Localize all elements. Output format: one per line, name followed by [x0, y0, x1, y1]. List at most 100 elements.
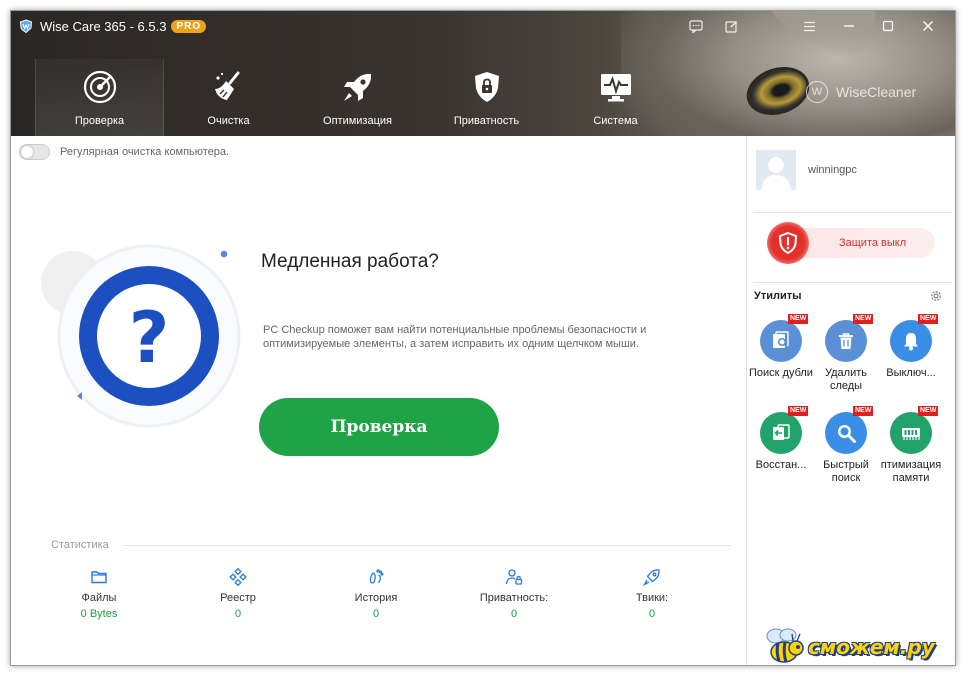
stat-registry: Реестр 0: [178, 568, 298, 620]
stat-registry-label: Реестр: [220, 592, 256, 604]
auto-clean-toggle[interactable]: [19, 144, 50, 160]
maximize-icon: [882, 20, 894, 32]
shield-warning-icon[interactable]: [767, 222, 809, 264]
stat-history-value: 0: [372, 608, 380, 620]
magnifier-icon: NEW: [825, 406, 874, 454]
radar-icon: [83, 70, 116, 104]
avatar[interactable]: [756, 150, 796, 190]
restore-icon: NEW: [760, 406, 809, 454]
broom-icon: [214, 71, 239, 100]
stat-registry-value: 0: [234, 608, 242, 620]
tab-optimize-label: Оптимизация: [323, 115, 392, 127]
tab-optimize[interactable]: Оптимизация: [293, 59, 422, 136]
watermark-text: сможем.ру: [808, 635, 935, 659]
hero-title: Медленная работа?: [261, 251, 439, 272]
tab-system[interactable]: Система: [551, 59, 680, 136]
stat-privacy-label: Приватность:: [479, 592, 549, 604]
stat-tweaks-label: Твики:: [635, 592, 669, 604]
util-label: Быстрый поиск: [823, 459, 869, 484]
new-badge: NEW: [853, 314, 874, 324]
new-badge: NEW: [788, 406, 809, 416]
tab-checkup-label: Проверка: [74, 115, 125, 127]
tab-privacy-label: Приватность: [453, 115, 520, 127]
stat-history: История 0: [316, 568, 436, 620]
start-checkup-button[interactable]: Проверка: [259, 398, 499, 456]
divider: [753, 212, 952, 213]
stat-privacy: Приватность: 0: [454, 568, 574, 620]
stat-tweaks: Твики: 0: [592, 568, 712, 620]
tab-cleanup-label: Очистка: [207, 115, 250, 127]
stat-files: Файлы 0 Bytes: [39, 568, 159, 620]
gear-icon[interactable]: [929, 289, 943, 303]
app-name: Wise Care 365 - 6.5.3: [40, 18, 167, 34]
brand-logo[interactable]: W WiseCleaner: [806, 81, 916, 103]
stat-files-label: Файлы: [81, 592, 117, 604]
protection-status-label: Защита выкл: [839, 237, 907, 249]
new-badge: NEW: [853, 406, 874, 416]
trash-icon: NEW: [825, 314, 874, 362]
divider: [753, 282, 952, 283]
watermark: сможем.ру: [762, 626, 935, 668]
checkup-panel: Регулярная очистка компьютера. ? Медленн…: [11, 136, 746, 665]
util-label: Выключ...: [886, 367, 936, 379]
user-name: winningpc: [808, 164, 857, 176]
monitor-pulse-icon: [600, 74, 631, 102]
registry-icon: [229, 568, 247, 586]
main-nav: Проверка Очистка Оптимизация Приватность…: [35, 59, 680, 136]
stats-title: Статистика: [51, 539, 109, 551]
util-label: Удалить следы: [825, 367, 867, 392]
wisecleaner-logo-icon: W: [806, 81, 828, 103]
right-sidebar: winningpc Защита выкл Утилиты NEW Поиск …: [746, 136, 955, 665]
util-fast-search[interactable]: NEW Быстрый поиск: [814, 406, 878, 485]
rocket-icon: [343, 73, 371, 101]
pro-badge: PRO: [171, 19, 207, 33]
util-duplicate-finder[interactable]: NEW Поиск дублика...: [749, 314, 813, 380]
new-badge: NEW: [788, 314, 809, 324]
brand-name: WiseCleaner: [836, 84, 917, 100]
minimize-icon: [844, 25, 854, 27]
stat-history-label: История: [354, 592, 398, 604]
duplicate-search-icon: NEW: [760, 314, 809, 362]
question-illustration-icon: ?: [41, 244, 241, 428]
tab-checkup[interactable]: Проверка: [35, 59, 164, 136]
stat-privacy-value: 0: [510, 608, 518, 620]
util-restore[interactable]: NEW Восстан...: [749, 406, 813, 472]
bell-icon: NEW: [890, 314, 939, 362]
main-menu-button[interactable]: [800, 17, 818, 35]
bee-logo-icon: [766, 628, 804, 663]
chat-icon: [689, 19, 703, 33]
footprints-icon: [369, 569, 384, 584]
close-button[interactable]: [919, 17, 937, 35]
new-badge: NEW: [918, 406, 939, 416]
tab-privacy[interactable]: Приватность: [422, 59, 551, 136]
app-window: Wise Care 365 - 6.5.3 PRO Проверка Очист…: [10, 10, 956, 666]
user-lock-icon: [505, 569, 523, 585]
folder-icon: [91, 571, 107, 584]
util-erase-traces[interactable]: NEW Удалить следы: [814, 314, 878, 393]
minimize-button[interactable]: [840, 17, 858, 35]
util-memory-optimizer[interactable]: NEW птимизация памяти: [879, 406, 943, 485]
util-shutdown[interactable]: NEW Выключ...: [879, 314, 943, 380]
user-account[interactable]: winningpc: [756, 150, 857, 190]
close-icon: [923, 21, 933, 31]
app-title: Wise Care 365 - 6.5.3 PRO: [19, 17, 207, 35]
maximize-button[interactable]: [879, 17, 897, 35]
shield-lock-icon: [474, 72, 499, 102]
header-bar: Wise Care 365 - 6.5.3 PRO Проверка Очист…: [11, 11, 955, 136]
skin-button[interactable]: [722, 17, 740, 35]
user-placeholder-icon: [756, 150, 796, 190]
stat-tweaks-value: 0: [648, 608, 656, 620]
rocket-small-icon: [643, 569, 660, 586]
auto-clean-label: Регулярная очистка компьютера.: [60, 146, 230, 158]
stats-row: Файлы 0 Bytes Реестр 0 История 0 Приватн…: [31, 568, 731, 628]
utilities-title: Утилиты: [754, 290, 802, 302]
stats-divider: [123, 545, 731, 546]
edit-icon: [724, 20, 737, 33]
feedback-button[interactable]: [687, 17, 705, 35]
new-badge: NEW: [918, 314, 939, 324]
util-label: Восстан...: [755, 459, 807, 471]
menu-icon: [803, 21, 815, 31]
hero-description: PC Checkup поможет вам найти потенциальн…: [263, 324, 647, 350]
memory-icon: NEW: [890, 406, 939, 454]
tab-cleanup[interactable]: Очистка: [164, 59, 293, 136]
